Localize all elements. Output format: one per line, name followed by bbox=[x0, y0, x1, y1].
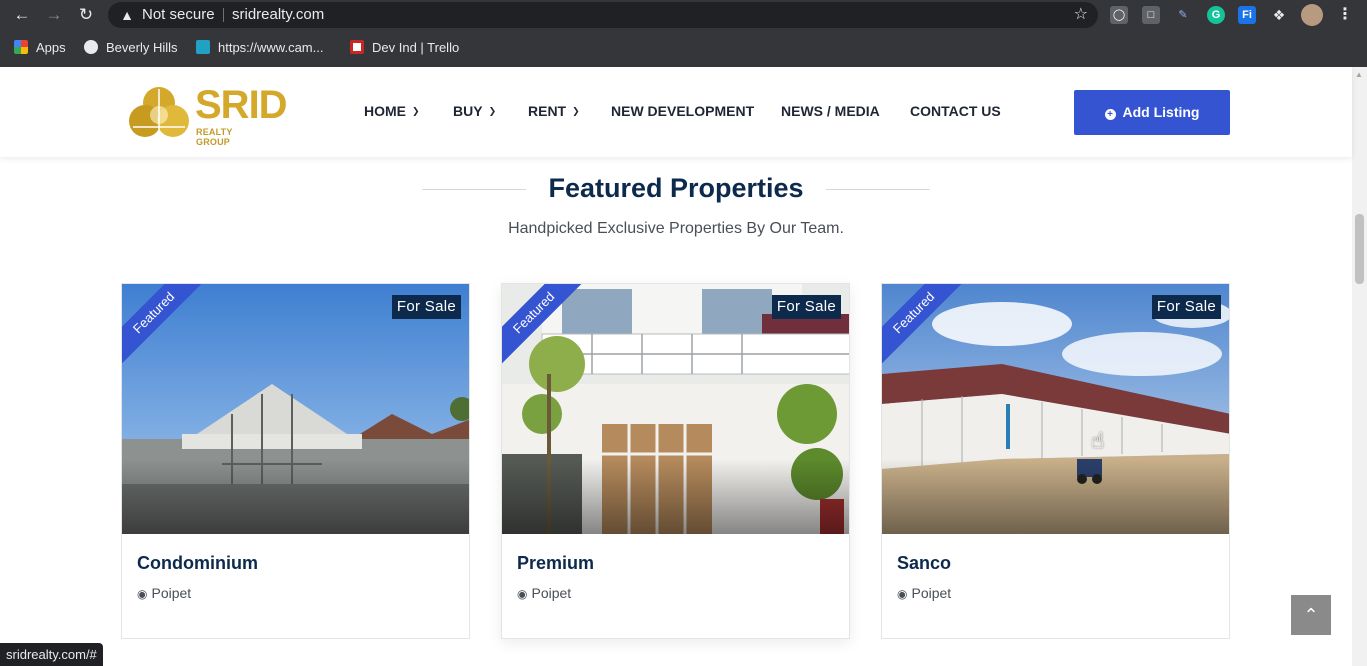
location-text: Poipet bbox=[911, 585, 952, 601]
location-text: Poipet bbox=[531, 585, 572, 601]
logo-tagline: REALTY GROUP bbox=[196, 127, 233, 147]
bookmark-label: Dev Ind | Trello bbox=[372, 40, 460, 55]
browser-status-bar: sridrealty.com/# bbox=[0, 643, 103, 666]
status-badge: For Sale bbox=[771, 295, 841, 319]
url-text[interactable]: sridrealty.com bbox=[232, 2, 324, 28]
bookmark-trello[interactable]: Dev Ind | Trello bbox=[350, 34, 459, 62]
chevron-up-icon: ⌃ bbox=[1303, 605, 1319, 625]
bookmark-cam[interactable]: https://www.cam... bbox=[196, 34, 323, 62]
shield-extension-icon[interactable]: ◯ bbox=[1110, 6, 1128, 24]
property-photo[interactable]: Featured For Sale bbox=[882, 284, 1229, 534]
window-extension-icon[interactable]: □ bbox=[1142, 6, 1160, 24]
property-title[interactable]: Condominium bbox=[137, 553, 258, 574]
menu-item-buy[interactable]: BUY ❯ bbox=[453, 103, 496, 119]
scroll-up-icon[interactable]: ▲ bbox=[1355, 70, 1363, 79]
chevron-down-icon: ❯ bbox=[488, 106, 497, 116]
menu-label: NEWS / MEDIA bbox=[781, 103, 880, 119]
grammarly-icon[interactable]: G bbox=[1207, 6, 1225, 24]
section-heading: Featured Properties bbox=[0, 170, 1352, 210]
property-card[interactable]: Featured For Sale Sanco ◉ Poipet bbox=[881, 283, 1230, 639]
plus-circle-icon: + bbox=[1104, 109, 1116, 120]
status-badge: For Sale bbox=[1151, 295, 1221, 319]
bookmark-label: Beverly Hills bbox=[106, 40, 178, 55]
menu-item-home[interactable]: HOME ❯ bbox=[364, 103, 420, 119]
pen-extension-icon[interactable]: ✎ bbox=[1174, 6, 1192, 24]
menu-label: NEW DEVELOPMENT bbox=[611, 103, 755, 119]
section-title: Featured Properties bbox=[548, 173, 804, 203]
bookmark-label: https://www.cam... bbox=[218, 40, 324, 55]
apps-grid-icon bbox=[14, 40, 28, 54]
map-pin-icon: ◉ bbox=[137, 587, 148, 601]
add-listing-button[interactable]: + Add Listing bbox=[1074, 90, 1230, 135]
address-bar[interactable]: ▲ Not secure sridrealty.com ☆ bbox=[108, 2, 1098, 28]
bookmark-label: Apps bbox=[36, 40, 66, 55]
menu-kebab-icon[interactable]: ⋮ bbox=[1336, 6, 1354, 24]
property-card[interactable]: Featured For Sale Condominium ◉ Poipet bbox=[121, 283, 470, 639]
menu-item-contact-us[interactable]: CONTACT US bbox=[910, 103, 1001, 119]
map-pin-icon: ◉ bbox=[517, 587, 528, 601]
location-text: Poipet bbox=[151, 585, 192, 601]
chevron-down-icon: ❯ bbox=[572, 106, 580, 116]
security-label[interactable]: Not secure bbox=[142, 2, 215, 28]
property-card[interactable]: Featured For Sale Premium ◉ Poipet bbox=[501, 283, 850, 639]
menu-item-rent[interactable]: RENT ❯ bbox=[528, 103, 580, 119]
section-subtitle: Handpicked Exclusive Properties By Our T… bbox=[508, 220, 844, 237]
title-divider-right bbox=[826, 189, 930, 190]
menu-label: RENT bbox=[528, 103, 567, 119]
bookmarks-bar: Apps Beverly Hills https://www.cam... De… bbox=[0, 34, 1367, 64]
property-location: ◉ Poipet bbox=[517, 585, 571, 601]
bookmark-beverly-hills[interactable]: Beverly Hills bbox=[84, 34, 178, 62]
forward-arrow-icon[interactable]: → bbox=[43, 4, 65, 26]
scrollbar-thumb[interactable] bbox=[1355, 214, 1364, 284]
status-badge: For Sale bbox=[391, 295, 461, 319]
menu-item-news-media[interactable]: NEWS / MEDIA bbox=[781, 103, 880, 119]
logo-emblem-icon bbox=[129, 87, 189, 137]
hand-cursor-icon: ☝ bbox=[1091, 428, 1105, 453]
back-arrow-icon[interactable]: ← bbox=[11, 4, 33, 26]
map-pin-icon: ◉ bbox=[897, 587, 908, 601]
site-favicon-icon bbox=[196, 40, 210, 54]
trello-icon bbox=[350, 40, 364, 54]
property-photo[interactable]: Featured For Sale bbox=[502, 284, 849, 534]
menu-label: CONTACT US bbox=[910, 103, 1001, 119]
chevron-down-icon: ❯ bbox=[412, 106, 420, 116]
property-title[interactable]: Sanco bbox=[897, 553, 951, 574]
property-location: ◉ Poipet bbox=[897, 585, 951, 601]
profile-avatar[interactable] bbox=[1301, 4, 1323, 26]
extensions-puzzle-icon[interactable]: ❖ bbox=[1270, 6, 1288, 24]
site-logo[interactable]: SRID REALTY GROUP bbox=[127, 83, 288, 147]
address-row: ← → ↻ ▲ Not secure sridrealty.com ☆ ◯ □ … bbox=[0, 0, 1367, 30]
menu-label: HOME bbox=[364, 103, 406, 119]
property-title[interactable]: Premium bbox=[517, 553, 594, 574]
menu-item-new-development[interactable]: NEW DEVELOPMENT bbox=[611, 103, 754, 119]
reload-icon[interactable]: ↻ bbox=[75, 4, 97, 26]
property-location: ◉ Poipet bbox=[137, 585, 191, 601]
omnibox-separator bbox=[223, 8, 224, 22]
site-header: SRID REALTY GROUP HOME ❯ BUY ❯ RENT ❯ NEW D… bbox=[0, 67, 1352, 157]
warning-icon[interactable]: ▲ bbox=[118, 6, 136, 24]
back-to-top-button[interactable]: ⌃ bbox=[1291, 595, 1331, 635]
property-photo[interactable]: Featured For Sale bbox=[122, 284, 469, 534]
page-scrollbar[interactable]: ▲ bbox=[1352, 67, 1367, 666]
globe-icon bbox=[84, 40, 98, 54]
logo-wordmark: SRID bbox=[195, 83, 288, 127]
fi-extension-icon[interactable]: Fi bbox=[1238, 6, 1256, 24]
bookmark-apps[interactable]: Apps bbox=[14, 34, 66, 62]
browser-chrome: ← → ↻ ▲ Not secure sridrealty.com ☆ ◯ □ … bbox=[0, 0, 1367, 67]
menu-label: BUY bbox=[453, 103, 483, 119]
bookmark-star-icon[interactable]: ☆ bbox=[1074, 5, 1088, 25]
add-listing-label: Add Listing bbox=[1122, 104, 1200, 120]
